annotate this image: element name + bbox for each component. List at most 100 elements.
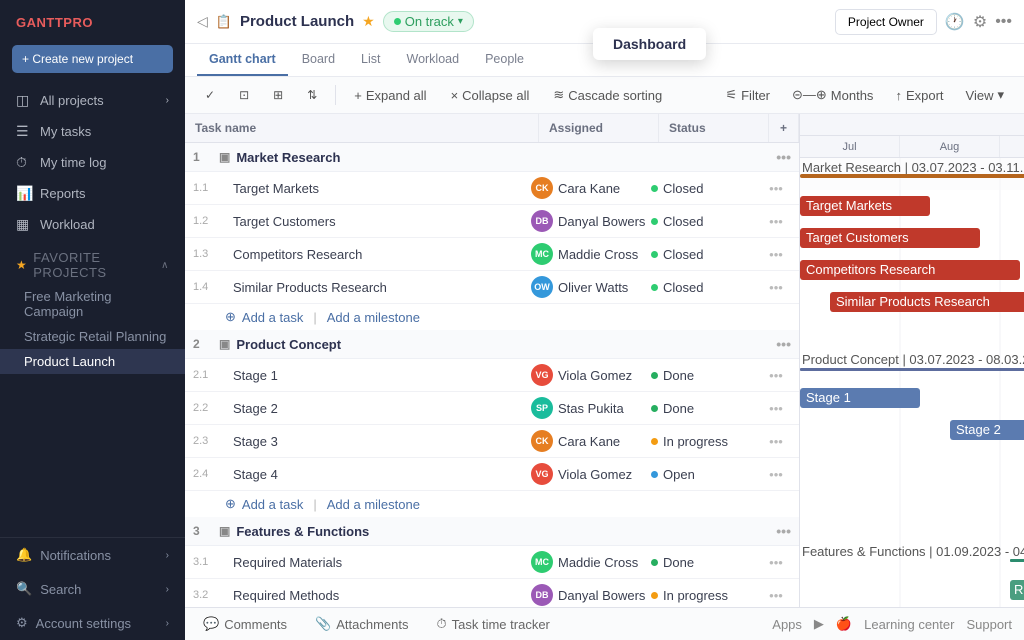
add-task-row[interactable]: ⊕ Add a task | Add a milestone — [185, 304, 799, 330]
grid-icon[interactable]: ⊡ — [231, 84, 257, 106]
table-row: 3.1 Required Materials MC Maddie Cross D… — [185, 546, 799, 579]
tab-gantt-chart[interactable]: Gantt chart — [197, 44, 288, 76]
create-project-button[interactable]: + Create new project — [12, 45, 173, 73]
status-label: Closed — [663, 280, 703, 295]
collapse-all-button[interactable]: × Collapse all — [443, 84, 538, 107]
filter-button[interactable]: ⚟ Filter — [717, 83, 778, 107]
expand-icon[interactable]: ▣ — [219, 150, 230, 164]
separator: | — [313, 497, 316, 512]
more-options-icon[interactable]: ••• — [776, 149, 791, 165]
sidebar-item-search[interactable]: 🔍 Search › — [0, 572, 185, 606]
months-button[interactable]: ⊝—⊕ Months — [784, 83, 881, 107]
project-owner-button[interactable]: Project Owner — [835, 9, 937, 35]
add-task-label[interactable]: Add a task — [242, 310, 303, 325]
columns-icon[interactable]: ⊞ — [265, 84, 291, 106]
support-label[interactable]: Support — [966, 617, 1012, 632]
checkbox-icon[interactable]: ✓ — [197, 84, 223, 106]
time-tracker-button[interactable]: ⏱ Task time tracker — [431, 613, 556, 635]
sidebar-item-strategic-retail[interactable]: Strategic Retail Planning — [0, 324, 185, 349]
chevron-right-icon: › — [166, 618, 169, 629]
row-options-icon[interactable]: ••• — [761, 401, 791, 416]
row-options-icon[interactable]: ••• — [761, 588, 791, 603]
chevron-down-icon: ▾ — [997, 87, 1004, 103]
table-row: 2.3 Stage 3 CK Cara Kane In progress ••• — [185, 425, 799, 458]
add-milestone-label[interactable]: Add a milestone — [327, 497, 420, 512]
th-assigned: Assigned — [539, 114, 659, 142]
row-options-icon[interactable]: ••• — [761, 247, 791, 262]
status-dot — [651, 251, 658, 258]
sidebar-item-reports[interactable]: 📊 Reports — [0, 178, 185, 209]
sidebar-item-workload[interactable]: ▦ Workload — [0, 209, 185, 240]
main-content: ◁ 📋 Product Launch ★ On track ▾ Dashboar… — [185, 0, 1024, 640]
star-icon[interactable]: ★ — [362, 13, 375, 30]
export-button[interactable]: ↑ Export — [887, 84, 951, 107]
task-status: Open — [651, 467, 761, 482]
sidebar-item-notifications[interactable]: 🔔 Notifications › — [0, 538, 185, 572]
row-options-icon[interactable]: ••• — [761, 280, 791, 295]
chevron-down-icon: ▾ — [458, 16, 463, 27]
settings-icon[interactable]: ⚙ — [973, 12, 987, 32]
gantt-month-row: Jul Aug Sep Oct Nov Dec Jan Feb — [800, 136, 1024, 158]
status-label: In progress — [663, 588, 728, 603]
activity-icon[interactable]: 🕐 — [945, 12, 965, 32]
add-task-row[interactable]: ⊕ Add a task | Add a milestone — [185, 491, 799, 517]
status-badge[interactable]: On track ▾ — [383, 11, 474, 32]
sort-icon[interactable]: ⇅ — [299, 84, 325, 106]
app-logo: GANTTPRO — [0, 0, 185, 45]
assignee-name: Maddie Cross — [558, 555, 638, 570]
row-options-icon[interactable]: ••• — [761, 434, 791, 449]
gantt-inner: 2023 Jul Aug Sep Oct Nov Dec Jan Feb — [800, 114, 1024, 607]
play-icon[interactable]: ▶ — [814, 616, 824, 632]
settings-icon: ⚙ — [16, 615, 28, 631]
task-num: 1.4 — [193, 281, 225, 293]
svg-text:Target Customers: Target Customers — [806, 230, 909, 245]
apps-label[interactable]: Apps — [772, 617, 802, 632]
sidebar-item-product-launch[interactable]: Product Launch — [0, 349, 185, 374]
sidebar-item-label: Workload — [40, 217, 95, 232]
cascade-icon: ≋ — [553, 87, 564, 103]
task-name: Stage 3 — [225, 434, 531, 449]
row-options-icon[interactable]: ••• — [761, 214, 791, 229]
more-options-icon[interactable]: ••• — [776, 336, 791, 352]
expand-icon[interactable]: ▣ — [219, 337, 230, 351]
expand-all-button[interactable]: + Expand all — [346, 84, 434, 107]
sidebar-bottom: 🔔 Notifications › 🔍 Search › ⚙ Account s… — [0, 537, 185, 640]
sidebar-toggle-icon[interactable]: ◁ — [197, 13, 208, 30]
tab-workload[interactable]: Workload — [395, 44, 472, 76]
row-options-icon[interactable]: ••• — [761, 555, 791, 570]
gantt-month: Sep — [1000, 136, 1024, 157]
filter-label: Filter — [741, 88, 770, 103]
add-milestone-label[interactable]: Add a milestone — [327, 310, 420, 325]
attachments-button[interactable]: 📎 Attachments — [309, 613, 414, 635]
task-num: 2.4 — [193, 468, 225, 480]
th-add[interactable]: + — [769, 114, 799, 142]
comments-button[interactable]: 💬 Comments — [197, 613, 293, 635]
sidebar-item-all-projects[interactable]: ◫ All projects › — [0, 85, 185, 116]
sidebar-item-free-marketing[interactable]: Free Marketing Campaign — [0, 284, 185, 324]
tab-board[interactable]: Board — [290, 44, 347, 76]
collapse-label: Collapse all — [462, 88, 529, 103]
toolbar-right: ⚟ Filter ⊝—⊕ Months ↑ Export View ▾ — [717, 83, 1012, 107]
cascade-sorting-button[interactable]: ≋ Cascade sorting — [545, 83, 670, 107]
tab-people[interactable]: People — [473, 44, 536, 76]
workload-icon: ▦ — [16, 216, 32, 233]
tab-list[interactable]: List — [349, 44, 392, 76]
add-task-label[interactable]: Add a task — [242, 497, 303, 512]
row-options-icon[interactable]: ••• — [761, 368, 791, 383]
chevron-down-icon[interactable]: ∧ — [161, 260, 169, 271]
avatar: SP — [531, 397, 553, 419]
sidebar-item-my-tasks[interactable]: ☰ My tasks — [0, 116, 185, 147]
more-options-icon[interactable]: ••• — [995, 13, 1012, 31]
sidebar-item-time-log[interactable]: ⏱ My time log — [0, 147, 185, 178]
sidebar-item-account[interactable]: ⚙ Account settings › — [0, 606, 185, 640]
row-options-icon[interactable]: ••• — [761, 181, 791, 196]
row-options-icon[interactable]: ••• — [761, 467, 791, 482]
expand-icon[interactable]: ▣ — [219, 524, 230, 538]
status-dot — [651, 559, 658, 566]
learning-center-label[interactable]: Learning center — [864, 617, 954, 632]
view-button[interactable]: View ▾ — [958, 83, 1012, 107]
table-row: 3.2 Required Methods DB Danyal Bowers In… — [185, 579, 799, 607]
gantt-header: 2023 Jul Aug Sep Oct Nov Dec Jan Feb — [800, 114, 1024, 158]
more-options-icon[interactable]: ••• — [776, 523, 791, 539]
apple-icon[interactable]: 🍎 — [836, 616, 852, 632]
